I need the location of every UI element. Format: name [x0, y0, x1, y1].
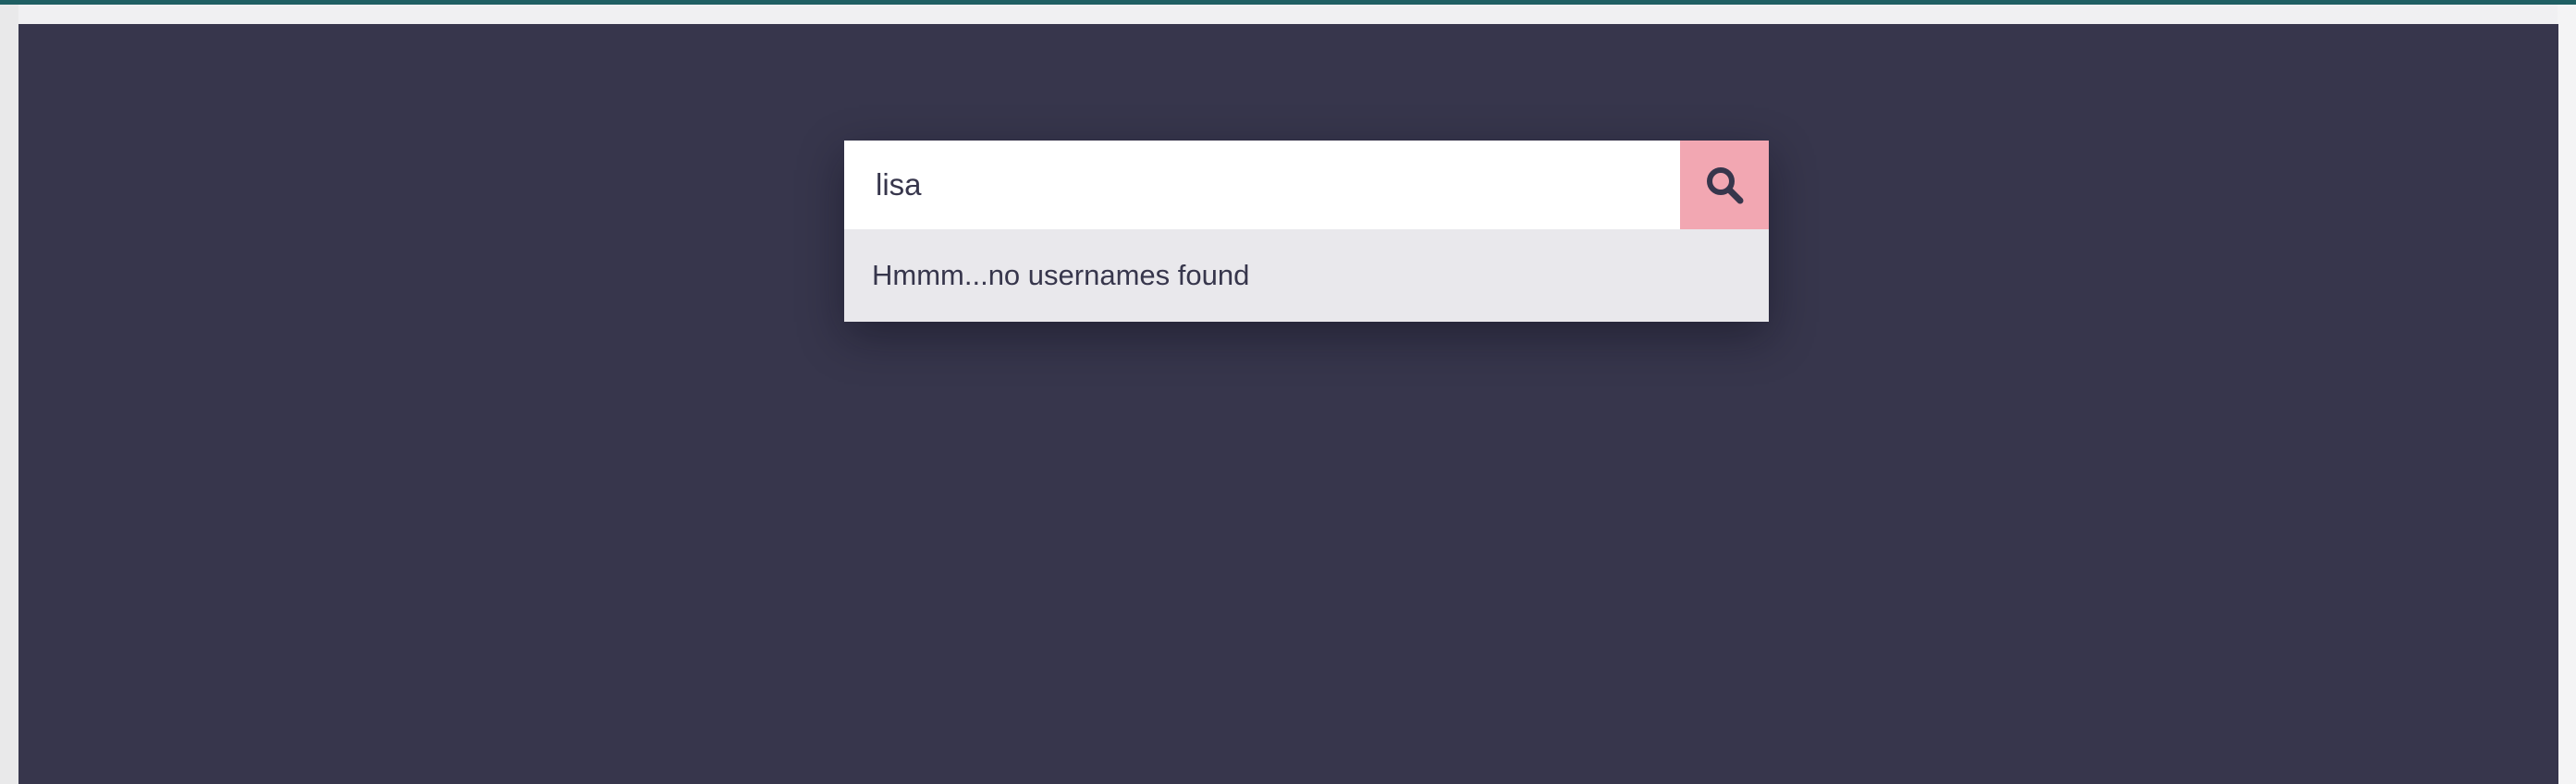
right-page-gutter: [2558, 5, 2576, 784]
no-results-message: Hmmm...no usernames found: [872, 258, 1250, 291]
search-button[interactable]: [1680, 141, 1769, 229]
search-icon: [1707, 167, 1744, 204]
username-search-widget: Hmmm...no usernames found: [844, 141, 1769, 322]
search-results-dropdown: Hmmm...no usernames found: [844, 229, 1769, 322]
search-bar: [844, 141, 1769, 229]
username-search-input[interactable]: [844, 141, 1680, 229]
top-accent-bar: [0, 0, 2576, 5]
left-page-gutter: [0, 5, 18, 784]
main-stage: Hmmm...no usernames found: [18, 24, 2558, 784]
